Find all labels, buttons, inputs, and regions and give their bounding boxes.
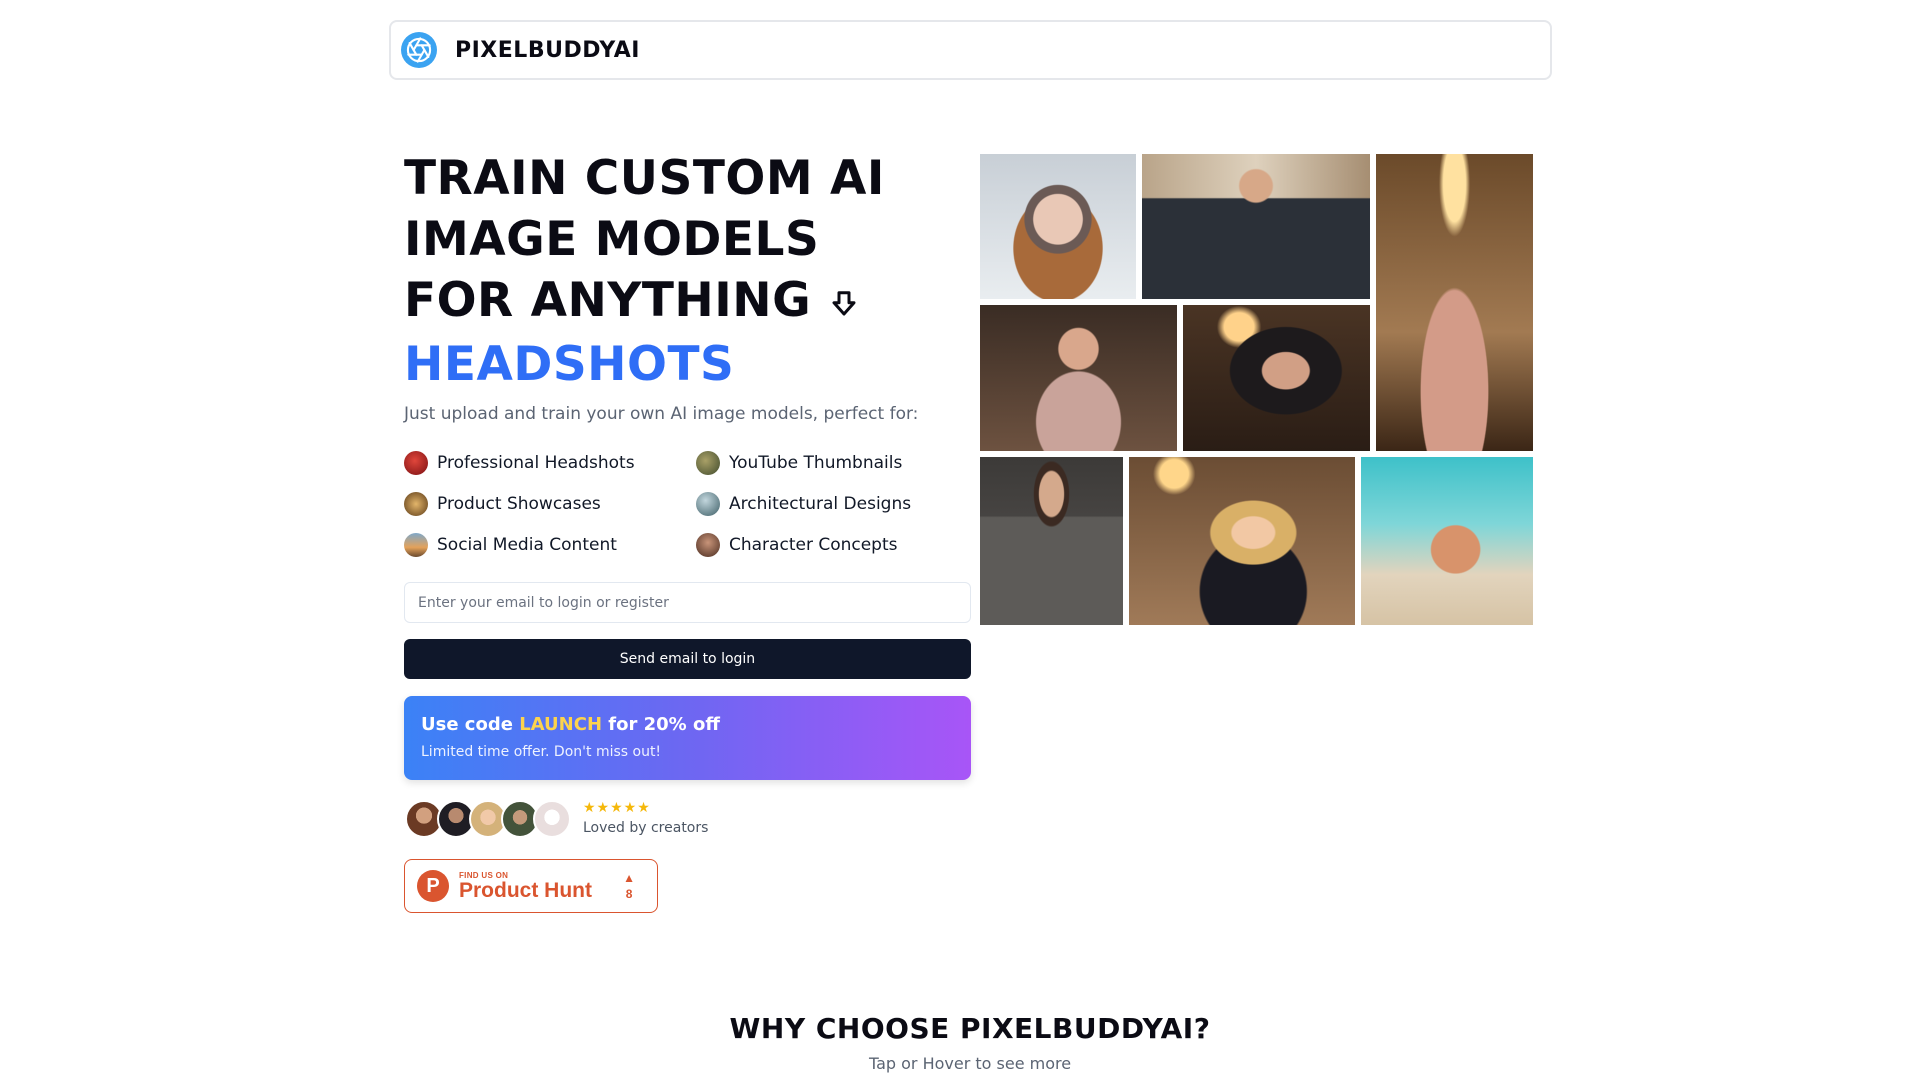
product-hunt-big-label: Product Hunt bbox=[459, 878, 592, 902]
hero-headline: TRAIN CUSTOM AI IMAGE MODELS FOR ANYTHIN… bbox=[404, 148, 964, 395]
promo-code: LAUNCH bbox=[519, 714, 603, 735]
headline-line-3-text: FOR ANYTHING bbox=[404, 273, 812, 328]
send-login-email-button[interactable]: Send email to login bbox=[404, 639, 971, 679]
product-hunt-text: FIND US ON Product Hunt bbox=[459, 871, 592, 902]
gallery-image bbox=[1376, 154, 1533, 451]
feature-item: Product Showcases bbox=[404, 491, 696, 516]
promo-prefix: Use code bbox=[421, 714, 520, 735]
star-rating-icon: ★★★★★ bbox=[583, 800, 651, 816]
headline-line-3: FOR ANYTHING bbox=[404, 270, 964, 334]
why-section-title: WHY CHOOSE PIXELBUDDYAI? bbox=[729, 1012, 1211, 1045]
feature-label: Architectural Designs bbox=[729, 493, 912, 514]
feature-item: YouTube Thumbnails bbox=[696, 450, 944, 475]
product-hunt-badge[interactable]: P FIND US ON Product Hunt ▲ 8 bbox=[404, 859, 658, 913]
architecture-thumb-icon bbox=[696, 491, 720, 516]
navbar: PIXELBUDDYAI bbox=[389, 20, 1552, 80]
feature-label: Character Concepts bbox=[729, 534, 898, 555]
gallery-image bbox=[980, 457, 1123, 625]
feature-item: Character Concepts bbox=[696, 532, 944, 557]
avatar bbox=[533, 800, 571, 838]
gallery-image bbox=[980, 305, 1177, 451]
feature-item: Professional Headshots bbox=[404, 450, 696, 475]
rating: ★★★★★ Loved by creators bbox=[583, 800, 708, 836]
product-thumb-icon bbox=[404, 491, 428, 516]
vote-count: 8 bbox=[625, 887, 633, 901]
product-hunt-logo-icon: P bbox=[417, 870, 449, 902]
creator-avatars bbox=[405, 800, 571, 838]
why-section-subtitle: Tap or Hover to see more bbox=[868, 1054, 1072, 1073]
thumbnail-thumb-icon bbox=[696, 450, 720, 475]
feature-label: YouTube Thumbnails bbox=[729, 452, 903, 473]
portrait-thumb-icon bbox=[404, 450, 428, 475]
promo-title: Use code LAUNCH for 20% off bbox=[421, 714, 954, 735]
feature-item: Architectural Designs bbox=[696, 491, 944, 516]
aperture-logo-icon[interactable] bbox=[401, 32, 437, 68]
feature-item: Social Media Content bbox=[404, 532, 696, 557]
gallery-image bbox=[1142, 154, 1370, 299]
gallery-image bbox=[1183, 305, 1370, 451]
upvote-arrow-icon: ▲ bbox=[623, 871, 635, 885]
gallery-image bbox=[980, 154, 1136, 299]
hero-subtitle: Just upload and train your own AI image … bbox=[404, 404, 919, 424]
brand-name[interactable]: PIXELBUDDYAI bbox=[455, 38, 640, 63]
headline-line-2: IMAGE MODELS bbox=[404, 212, 820, 267]
gallery-image bbox=[1129, 457, 1355, 625]
character-thumb-icon bbox=[696, 532, 720, 557]
feature-label: Social Media Content bbox=[437, 534, 617, 555]
email-input[interactable] bbox=[404, 582, 971, 623]
promo-suffix: for 20% off bbox=[602, 714, 720, 735]
promo-subtitle: Limited time offer. Don't miss out! bbox=[421, 744, 662, 760]
social-thumb-icon bbox=[404, 532, 428, 557]
rating-label: Loved by creators bbox=[583, 820, 709, 836]
example-gallery bbox=[980, 154, 1533, 625]
headline-accent: HEADSHOTS bbox=[404, 337, 735, 392]
gallery-image bbox=[1361, 457, 1533, 625]
promo-banner: Use code LAUNCH for 20% off Limited time… bbox=[404, 696, 971, 780]
feature-list: Professional Headshots YouTube Thumbnail… bbox=[404, 450, 944, 557]
headline-line-1: TRAIN CUSTOM AI bbox=[404, 151, 885, 206]
product-hunt-votes: ▲ 8 bbox=[623, 870, 635, 902]
arrow-down-icon bbox=[829, 273, 859, 334]
feature-label: Professional Headshots bbox=[437, 452, 635, 473]
feature-label: Product Showcases bbox=[437, 493, 601, 514]
